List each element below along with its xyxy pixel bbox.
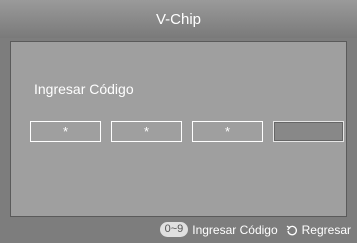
enter-code-hint: Ingresar Código bbox=[192, 222, 278, 237]
page-title: V-Chip bbox=[155, 10, 202, 28]
footer-hints-bar: 0~9 Ingresar Código Regresar bbox=[0, 219, 357, 243]
return-arrow-icon[interactable] bbox=[286, 224, 298, 236]
code-digit-2[interactable]: * bbox=[111, 121, 182, 142]
code-entry-label: Ingresar Código bbox=[34, 81, 134, 97]
code-digit-4[interactable] bbox=[273, 121, 344, 142]
title-bar: V-Chip bbox=[0, 0, 357, 38]
code-entry-panel: Ingresar Código * * * bbox=[10, 41, 347, 217]
code-digit-1[interactable]: * bbox=[30, 121, 101, 142]
code-entry-row: * * * bbox=[30, 121, 344, 142]
vchip-screen: V-Chip Ingresar Código * * * 0~9 Ingresa… bbox=[0, 0, 357, 243]
return-hint[interactable]: Regresar bbox=[302, 223, 351, 237]
code-digit-3[interactable]: * bbox=[192, 121, 263, 142]
number-keys-badge: 0~9 bbox=[159, 222, 189, 237]
